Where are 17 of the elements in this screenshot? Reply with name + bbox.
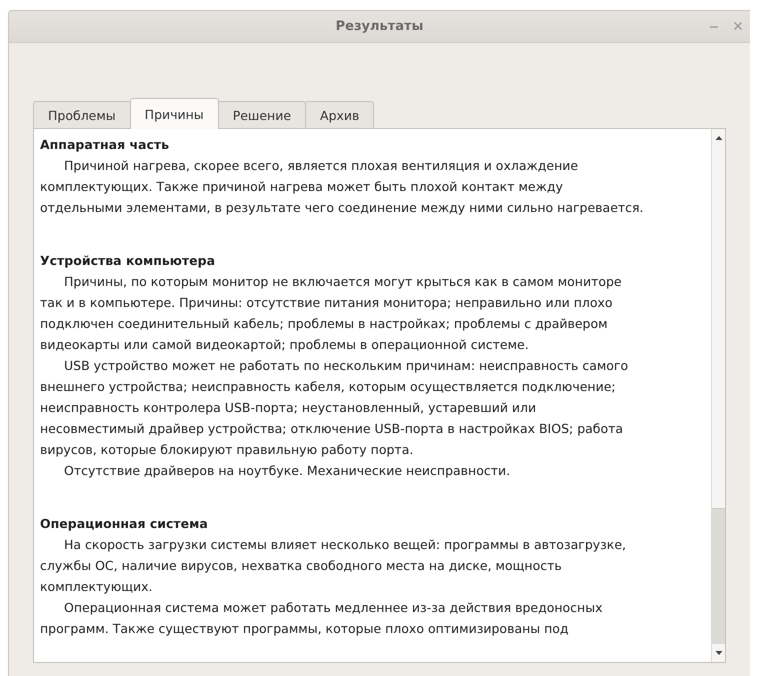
paragraph: Причиной нагрева, скорее всего, является плохая вентиляция и охлаждение комплектующих. Также причиной нагрева может быть плохой контакт между отдельными элементами, в результате чего соединение между ними сильно нагревается. (40, 157, 644, 217)
tab[interactable]: Причины (130, 98, 219, 129)
paragraph: Причины, по которым монитор не включается могут крыться как в самом мониторе так и в компьютере. Причины: отсутствие питания монитора; неправильно или плохо подключен соединительный кабель; проблемы в настройках; проблемы с драйвером видеокарты или самой видеокартой; проблемы в операционной системе. (40, 273, 622, 354)
section-heading: Операционная система (40, 515, 208, 533)
tab[interactable]: Решение (218, 101, 306, 128)
scrollbar[interactable] (711, 129, 725, 662)
section-heading: Устройства компьютера (40, 252, 216, 270)
paragraph: Отсутствие драйверов на ноутбуке. Механические неисправности. (63, 462, 510, 480)
section-heading: Аппаратная часть (40, 136, 170, 154)
paragraph: Операционная система может работать медленнее из-за действия вредоносных программ. Также существуют программы, которые плохо оптимизированы под (40, 599, 602, 638)
scrollbar-thumb[interactable] (712, 508, 725, 644)
window-title: Результаты (336, 19, 424, 34)
paragraph: USB устройство может не работать по нескольким причинам: неисправность самого внешнего устройства; неисправность кабеля, которым осуществляется подключение; неисправность контролера USB-порта; неустановленный, устаревший или несовместимый драйвер устройства; отключение USB-порта в настройках BIOS; работа вирусов, которые блокируют правильную работу порта. (40, 357, 628, 459)
tab[interactable]: Архив (305, 101, 374, 128)
tab[interactable]: Проблемы (33, 101, 131, 128)
close-icon[interactable] (732, 20, 744, 32)
paragraph: На скорость загрузки системы влияет несколько вещей: программы в автозагрузке, службы ОС, наличие вирусов, нехватка свободного места на диске, мощность комплектующих. (40, 536, 626, 596)
